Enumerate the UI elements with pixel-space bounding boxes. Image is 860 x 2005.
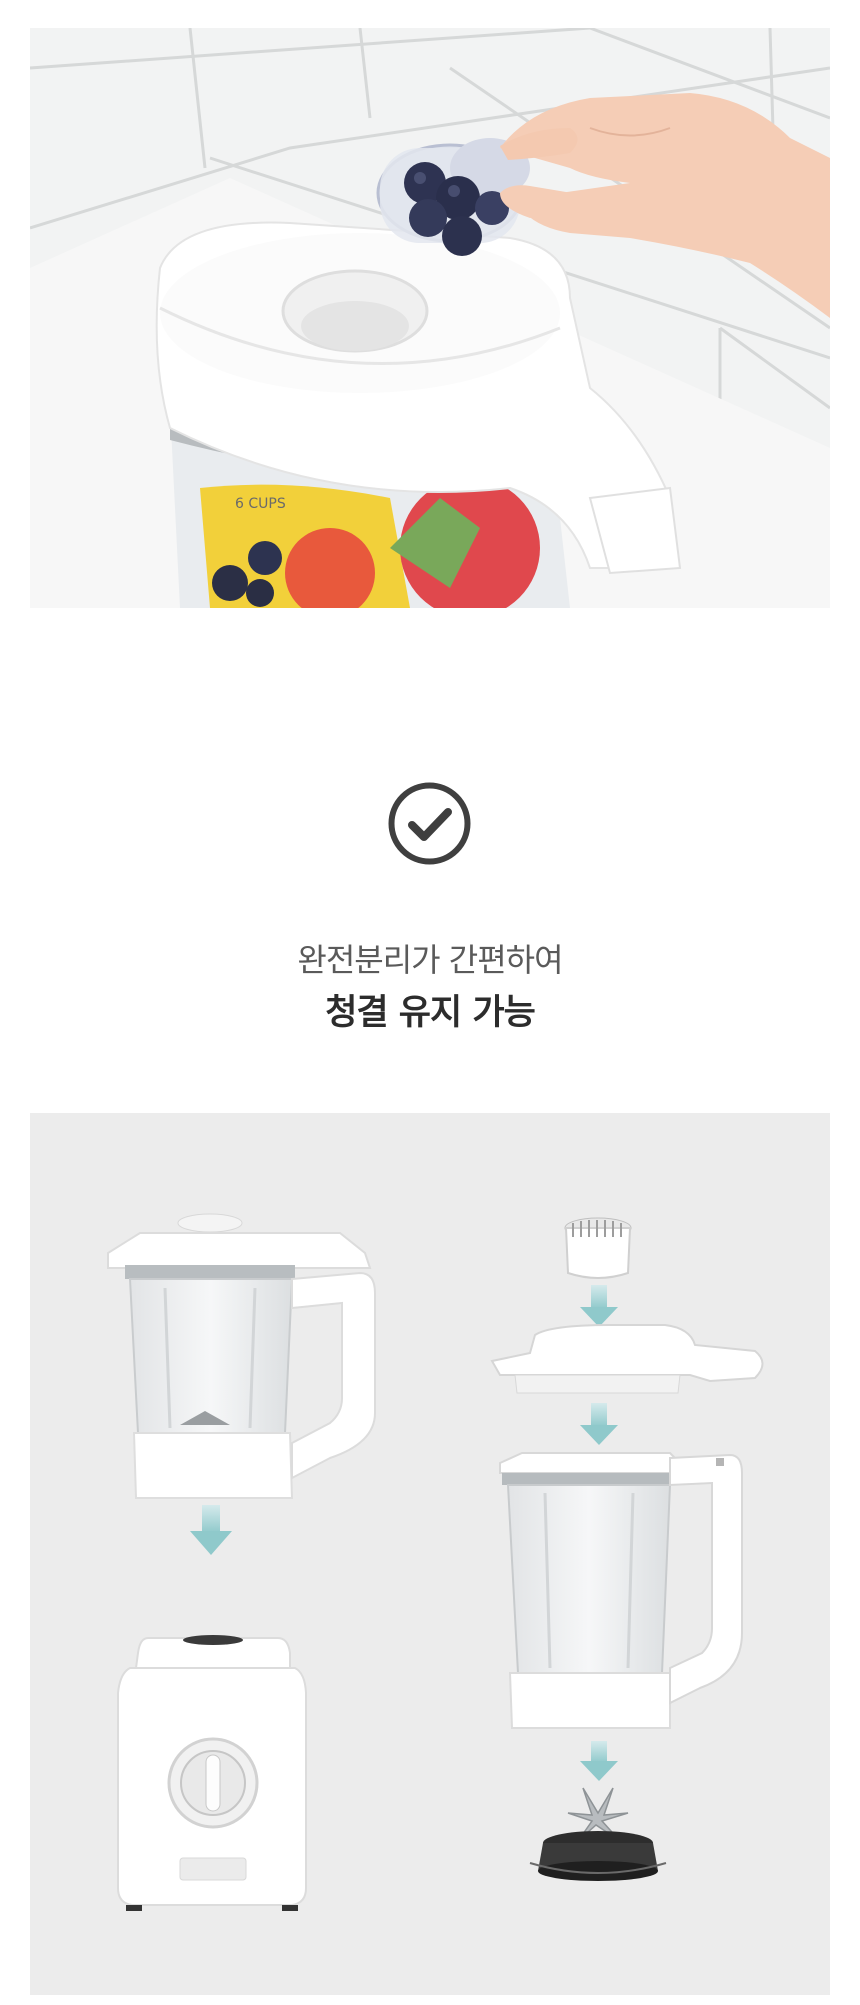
blender-parts-diagram (30, 1113, 830, 1995)
arrow-down-icon (190, 1505, 232, 1555)
blender-lid-illustration: 6 CUPS (30, 28, 830, 608)
check-circle-icon (387, 781, 472, 866)
cup-label: 6 CUPS (235, 496, 286, 512)
blade-assembly (529, 1787, 667, 1881)
measuring-cup-part (564, 1217, 632, 1279)
jar-assembled (107, 1213, 376, 1499)
arrow-down-icon (580, 1285, 618, 1327)
jar-part (499, 1452, 743, 1729)
arrow-down-icon (580, 1741, 618, 1781)
blender-disassembly-illustration (107, 1213, 764, 1911)
feature-text-line2: 청결 유지 가능 (325, 993, 536, 1033)
motor-base (117, 1635, 307, 1911)
blender-lid-photo: 6 CUPS (30, 28, 830, 608)
lid-part (490, 1324, 764, 1394)
arrow-down-icon (580, 1403, 618, 1445)
feature-text-line1: 완전분리가 간편하여 (297, 941, 563, 979)
